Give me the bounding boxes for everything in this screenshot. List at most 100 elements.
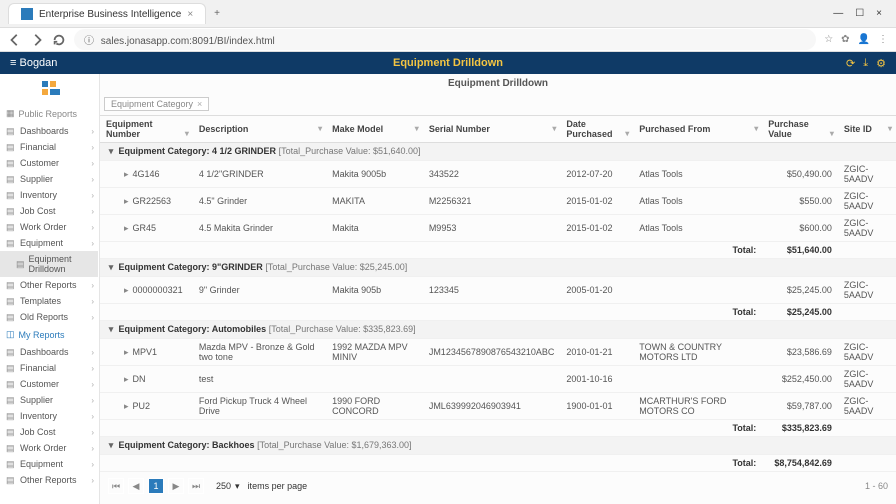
expand-icon[interactable]: ▸ xyxy=(124,169,129,179)
column-header[interactable]: Purchase Value▾ xyxy=(762,116,838,143)
sidebar-item-supplier[interactable]: ▤Supplier› xyxy=(0,171,99,187)
remove-filter-icon[interactable]: × xyxy=(197,99,202,109)
sidebar-item-job-cost[interactable]: ▤Job Cost› xyxy=(0,424,99,440)
sidebar-item-work-order[interactable]: ▤Work Order› xyxy=(0,440,99,456)
reload-icon[interactable] xyxy=(52,33,66,47)
group-total-row: Total:$51,640.00 xyxy=(100,242,896,259)
filter-icon[interactable]: ▾ xyxy=(415,124,419,133)
pager-next-icon[interactable]: ▶ xyxy=(168,478,184,494)
menu-icon[interactable]: ⋮ xyxy=(878,34,888,45)
table-row[interactable]: ▸GR225634.5" GrinderMAKITAM22563212015-0… xyxy=(100,188,896,215)
close-window-icon[interactable]: × xyxy=(876,8,882,19)
my-reports-section[interactable]: ◫ My Reports xyxy=(0,325,99,344)
sidebar-item-inventory[interactable]: ▤Inventory› xyxy=(0,408,99,424)
table-row[interactable]: ▸MPV1Mazda MPV - Bronze & Gold two tone1… xyxy=(100,339,896,366)
sidebar-item-work-order[interactable]: ▤Work Order› xyxy=(0,219,99,235)
collapse-icon[interactable]: ▾ xyxy=(106,440,116,451)
minimize-icon[interactable]: — xyxy=(833,8,843,19)
sidebar-item-other-reports[interactable]: ▤Other Reports› xyxy=(0,472,99,488)
my-reports-label: My Reports xyxy=(19,330,65,340)
column-header[interactable]: Equipment Number ▾ xyxy=(100,116,193,143)
url-field[interactable]: ⓘ sales.jonasapp.com:8091/BI/index.html xyxy=(74,29,816,50)
column-header[interactable]: Purchased From▾ xyxy=(633,116,762,143)
page-size[interactable]: 250 xyxy=(216,481,231,491)
sidebar-item-job-cost[interactable]: ▤Job Cost› xyxy=(0,203,99,219)
pager-prev-icon[interactable]: ◀ xyxy=(128,478,144,494)
table-row[interactable]: ▸00000003219" GrinderMakita 905b12334520… xyxy=(100,277,896,304)
pager-page[interactable]: 1 xyxy=(148,478,164,494)
column-label: Date Purchased xyxy=(566,119,612,139)
column-header[interactable]: Site ID▾ xyxy=(838,116,896,143)
collapse-icon[interactable]: ▾ xyxy=(106,262,116,273)
filter-icon[interactable]: ▾ xyxy=(318,124,322,133)
sidebar-item-equipment[interactable]: ▤Equipment› xyxy=(0,456,99,472)
report-icon: ▤ xyxy=(6,347,16,357)
export-icon[interactable]: ⤓ xyxy=(863,57,868,70)
menu-toggle-icon[interactable]: ≡ Bogdan xyxy=(10,57,57,69)
back-icon[interactable] xyxy=(8,33,22,47)
sidebar-item-supplier[interactable]: ▤Supplier› xyxy=(0,392,99,408)
sidebar-item-customer[interactable]: ▤Customer› xyxy=(0,155,99,171)
star-icon[interactable]: ☆ xyxy=(824,34,833,45)
sidebar-item-old-reports[interactable]: ▤Old Reports› xyxy=(0,309,99,325)
pager-last-icon[interactable]: ⏭ xyxy=(188,478,204,494)
filter-chip[interactable]: Equipment Category× xyxy=(104,97,209,111)
pager-first-icon[interactable]: ⏮ xyxy=(108,478,124,494)
chevron-right-icon: › xyxy=(91,207,94,216)
filter-icon[interactable]: ▾ xyxy=(888,124,892,133)
sidebar-item-dashboards[interactable]: ▤Dashboards› xyxy=(0,344,99,360)
expand-icon[interactable]: ▸ xyxy=(124,374,129,384)
filter-icon[interactable]: ▾ xyxy=(185,129,189,138)
group-header-row[interactable]: ▾ Equipment Category: Backhoes [Total_Pu… xyxy=(100,437,896,455)
profile-icon[interactable]: 👤 xyxy=(858,34,870,45)
column-header[interactable]: Serial Number▾ xyxy=(423,116,561,143)
chevron-right-icon: › xyxy=(91,297,94,306)
sidebar-item-other-reports[interactable]: ▤Other Reports› xyxy=(0,277,99,293)
expand-icon[interactable]: ▸ xyxy=(124,347,129,357)
group-header-row[interactable]: ▾ Equipment Category: 4 1/2 GRINDER [Tot… xyxy=(100,143,896,161)
report-icon: ▤ xyxy=(6,222,16,232)
filter-icon[interactable]: ▾ xyxy=(552,124,556,133)
group-subtotal: [Total_Purchase Value: $1,679,363.00] xyxy=(257,440,411,450)
column-header[interactable]: Date Purchased ▾ xyxy=(560,116,633,143)
public-reports-section[interactable]: ▦ Public Reports xyxy=(0,104,99,123)
sidebar-item-customer[interactable]: ▤Customer› xyxy=(0,376,99,392)
table-row[interactable]: ▸4G1464 1/2"GRINDERMakita 9005b343522201… xyxy=(100,161,896,188)
close-tab-icon[interactable]: × xyxy=(187,9,193,20)
filter-icon[interactable]: ▾ xyxy=(830,129,834,138)
column-label: Equipment Number xyxy=(106,119,153,139)
table-row[interactable]: ▸DNtest2001-10-16$252,450.00ZGIC-5AADV xyxy=(100,366,896,393)
sidebar-item-equipment-drilldown[interactable]: ▤Equipment Drilldown xyxy=(0,251,99,277)
group-header-row[interactable]: ▾ Equipment Category: Automobiles [Total… xyxy=(100,321,896,339)
filter-icon[interactable]: ▾ xyxy=(625,129,629,138)
new-tab-button[interactable]: + xyxy=(214,8,220,19)
expand-icon[interactable]: ▸ xyxy=(124,223,129,233)
sidebar-item-financial[interactable]: ▤Financial› xyxy=(0,139,99,155)
collapse-icon[interactable]: ▾ xyxy=(106,324,116,335)
chevron-down-icon[interactable]: ▾ xyxy=(235,481,240,492)
app-logo-icon xyxy=(0,74,99,104)
sidebar-item-dashboards[interactable]: ▤Dashboards› xyxy=(0,123,99,139)
sidebar-item-inventory[interactable]: ▤Inventory› xyxy=(0,187,99,203)
extension-icon[interactable]: ✿ xyxy=(841,34,849,45)
sidebar-item-templates[interactable]: ▤Templates› xyxy=(0,293,99,309)
folder-icon: ▦ xyxy=(6,108,15,119)
settings-icon[interactable]: ⚙ xyxy=(876,57,886,70)
sidebar-item-label: Dashboards xyxy=(20,126,69,136)
collapse-icon[interactable]: ▾ xyxy=(106,146,116,157)
table-row[interactable]: ▸PU2Ford Pickup Truck 4 Wheel Drive1990 … xyxy=(100,393,896,420)
sidebar-item-equipment[interactable]: ▤Equipment› xyxy=(0,235,99,251)
expand-icon[interactable]: ▸ xyxy=(124,401,129,411)
expand-icon[interactable]: ▸ xyxy=(124,285,129,295)
browser-tab[interactable]: Enterprise Business Intelligence × xyxy=(8,3,206,24)
table-row[interactable]: ▸GR454.5 Makita GrinderMakitaM99532015-0… xyxy=(100,215,896,242)
maximize-icon[interactable]: ☐ xyxy=(855,8,864,19)
forward-icon[interactable] xyxy=(30,33,44,47)
filter-icon[interactable]: ▾ xyxy=(754,124,758,133)
refresh-icon[interactable]: ⟳ xyxy=(846,57,855,70)
sidebar-item-financial[interactable]: ▤Financial› xyxy=(0,360,99,376)
column-header[interactable]: Make Model▾ xyxy=(326,116,423,143)
group-header-row[interactable]: ▾ Equipment Category: 9"GRINDER [Total_P… xyxy=(100,259,896,277)
expand-icon[interactable]: ▸ xyxy=(124,196,129,206)
column-header[interactable]: Description▾ xyxy=(193,116,326,143)
